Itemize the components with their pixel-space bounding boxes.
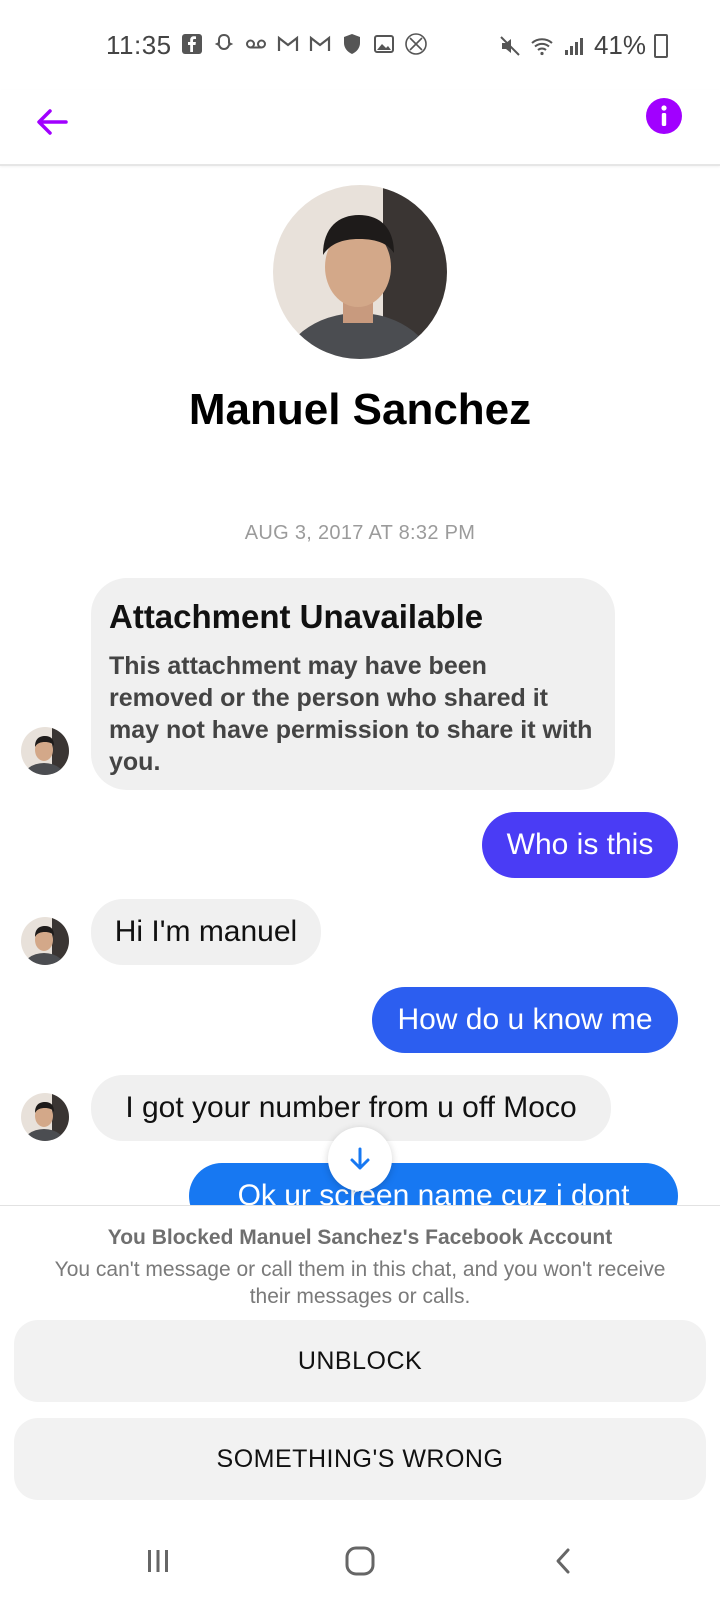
home-icon (345, 1546, 375, 1576)
status-time: 11:35 (106, 30, 172, 60)
back-nav-button[interactable] (534, 1541, 594, 1581)
arrow-left-icon (37, 109, 68, 135)
avatar-photo (21, 1093, 69, 1141)
blocked-title: You Blocked Manuel Sanchez's Facebook Ac… (107, 1226, 613, 1249)
avatar-photo (21, 917, 69, 965)
back-nav-icon (556, 1548, 570, 1574)
notification-icons (180, 32, 428, 56)
recent-apps-button[interactable] (128, 1541, 188, 1581)
message-text: Who is this (506, 828, 654, 861)
sender-avatar[interactable] (21, 917, 69, 965)
shield-icon (344, 34, 360, 54)
attachment-unavailable-message[interactable]: Attachment Unavailable This attachment m… (91, 578, 615, 790)
blocked-description: You can't message or call them in this c… (54, 1258, 666, 1308)
battery-percent: 41% (593, 30, 646, 60)
unblock-button[interactable]: UNBLOCK (14, 1320, 706, 1402)
message-bubble-incoming[interactable]: Hi I'm manuel (91, 899, 321, 965)
conversation-timestamp: AUG 3, 2017 AT 8:32 PM (244, 522, 476, 544)
system-nav-bar (0, 1523, 720, 1600)
message-text: Hi I'm manuel (114, 915, 298, 948)
attachment-title: Attachment Unavailable (109, 598, 484, 635)
arrow-down-icon (350, 1147, 370, 1170)
battery-icon (654, 33, 668, 58)
gmail-icon (277, 35, 299, 51)
blocked-notice-panel: You Blocked Manuel Sanchez's Facebook Ac… (0, 1205, 720, 1523)
snapchat-icon (214, 33, 234, 51)
sender-avatar[interactable] (21, 1093, 69, 1141)
info-icon (661, 105, 667, 126)
home-button[interactable] (330, 1541, 390, 1581)
profile-avatar[interactable] (273, 185, 447, 359)
message-text: I got your number from u off Moco (125, 1091, 577, 1124)
recent-apps-icon (148, 1550, 168, 1572)
mute-icon (500, 35, 520, 56)
avatar-photo (273, 185, 447, 359)
facebook-icon (182, 34, 202, 54)
message-text: Ok ur screen name cuz i dont (237, 1179, 630, 1205)
chat-header (0, 90, 720, 166)
system-icons: 41% (498, 30, 668, 61)
info-button[interactable] (646, 98, 682, 134)
scroll-to-bottom-button[interactable] (328, 1127, 392, 1191)
message-bubble-outgoing[interactable]: Ok ur screen name cuz i dont (189, 1163, 678, 1205)
back-button[interactable] (28, 98, 76, 146)
signal-icon (564, 37, 583, 55)
profile-name: Manuel Sanchez (188, 385, 532, 434)
message-bubble-outgoing[interactable]: Who is this (482, 812, 678, 878)
gallery-icon (374, 35, 394, 53)
message-text: How do u know me (397, 1003, 653, 1036)
wifi-icon (531, 37, 553, 55)
gmail-icon (309, 35, 331, 51)
status-bar: 11:35 41% (0, 0, 720, 90)
sender-avatar[interactable] (21, 727, 69, 775)
blocked-icon (405, 33, 427, 55)
somethings-wrong-button[interactable]: SOMETHING'S WRONG (14, 1418, 706, 1500)
message-bubble-outgoing[interactable]: How do u know me (372, 987, 678, 1053)
voicemail-icon (246, 39, 266, 49)
attachment-body: This attachment may have been removed or… (109, 652, 593, 776)
avatar-photo (21, 727, 69, 775)
